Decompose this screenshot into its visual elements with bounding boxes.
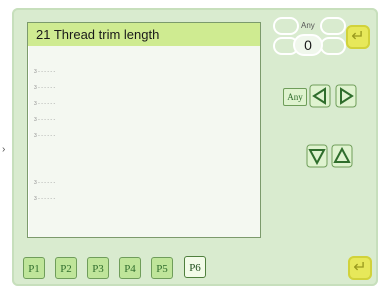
parameter-list-panel: 21 Thread trim length 3 - - - - - - 3 - … [27,22,261,238]
value-field[interactable]: 0 [293,34,323,56]
page-button-p5[interactable]: P5 [151,257,173,279]
page-button-p2[interactable]: P2 [55,257,77,279]
list-item[interactable]: 3 - - - - - - [34,101,94,107]
list-item[interactable]: 3 - - - - - - [34,69,94,75]
down-button[interactable] [306,144,328,168]
list-item[interactable]: 3 - - - - - - [34,133,94,139]
any-label: Any [301,21,315,30]
selector-right-pill[interactable] [320,17,346,35]
selector-left-pill[interactable] [273,17,299,35]
list-item[interactable]: 3 - - - - - - [34,196,94,202]
up-button[interactable] [331,144,353,168]
enter-icon: ↵ [353,259,367,276]
selector-right-lower-pill[interactable] [320,37,346,55]
page-button-p4[interactable]: P4 [119,257,141,279]
pointer-icon: › [2,144,6,155]
page-button-p3[interactable]: P3 [87,257,109,279]
list-item[interactable]: 3 - - - - - - [34,85,94,91]
next-button[interactable] [335,84,357,108]
any-button[interactable]: Any [283,88,307,106]
selected-parameter-row[interactable]: 21 Thread trim length [28,23,260,46]
page-button-p6[interactable]: P6 [184,256,206,278]
enter-button[interactable]: ↵ [348,256,372,280]
list-item[interactable]: 3 - - - - - - [34,117,94,123]
page-button-p1[interactable]: P1 [23,257,45,279]
list-item[interactable]: 3 - - - - - - [34,180,94,186]
return-icon: ↵ [351,28,365,45]
prev-button[interactable] [309,84,331,108]
reset-button[interactable]: ↵ [346,25,370,49]
